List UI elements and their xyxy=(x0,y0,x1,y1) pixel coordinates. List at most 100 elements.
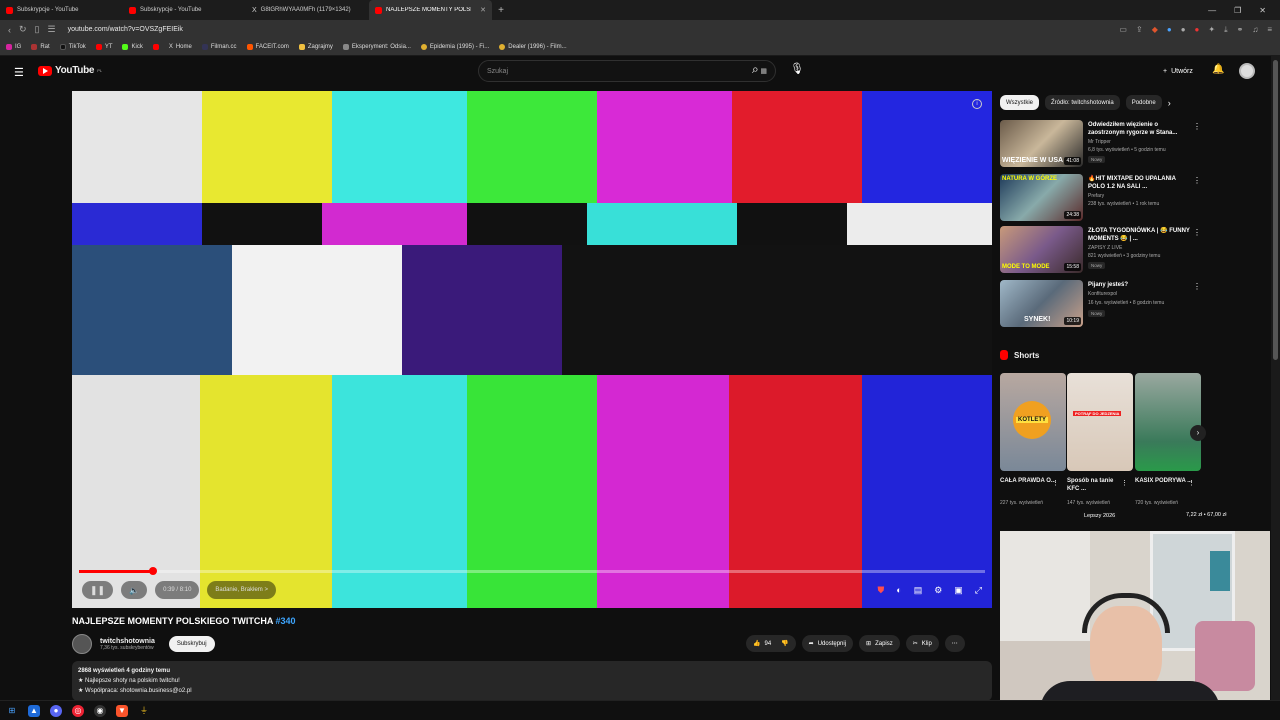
more-options-icon[interactable]: ⋮ xyxy=(1052,479,1059,487)
pinned-app-icon[interactable]: ▲ xyxy=(28,704,40,717)
video-player[interactable]: i ❚❚ 🔈 0:39 / 8:10 Badanie, Brakłem > ⛊ … xyxy=(72,91,992,608)
short-thumbnail[interactable]: KOTLETY xyxy=(1000,373,1066,471)
description-box[interactable]: 2868 wyświetleń 4 godziny temu ★ Najleps… xyxy=(72,661,992,701)
bookmark-item[interactable]: Zagrajmy xyxy=(298,44,333,50)
short-thumbnail[interactable] xyxy=(1135,373,1201,471)
dislike-icon[interactable]: 👎 xyxy=(781,640,788,647)
bookmark-item[interactable]: FACEIT.com xyxy=(246,44,289,50)
close-tab-icon[interactable]: ✕ xyxy=(480,6,486,14)
bookmark-item[interactable]: Kick xyxy=(122,44,143,50)
shield-icon[interactable]: ⛊ xyxy=(877,585,884,596)
extension-icon[interactable]: ● xyxy=(1181,25,1186,35)
create-button[interactable]: + Utwórz xyxy=(1155,61,1201,81)
menu-icon[interactable]: ≡ xyxy=(1267,25,1272,35)
volume-icon[interactable]: 🔈 xyxy=(121,581,148,599)
search-input[interactable]: Szukaj ▦ xyxy=(478,60,776,82)
more-actions-button[interactable]: ⋯ xyxy=(944,635,965,652)
more-options-icon[interactable]: ⋮ xyxy=(1188,479,1195,487)
shorts-next-icon[interactable]: › xyxy=(1190,425,1206,441)
share-button[interactable]: ➦ Udostępnij xyxy=(801,635,854,652)
more-options-icon[interactable]: ⋮ xyxy=(1193,122,1201,131)
screen-icon[interactable]: ▭ xyxy=(1119,25,1127,35)
list-item[interactable]: WIĘZIENIE W USA 41:08 Odwiedziłem więzie… xyxy=(1000,120,1201,168)
close-window-icon[interactable]: ✕ xyxy=(1259,6,1266,15)
clip-button[interactable]: ✂ Klip xyxy=(905,635,939,652)
video-thumbnail[interactable]: NATURA W GÓRZE 24:38 xyxy=(1000,174,1083,221)
save-button[interactable]: ⊞ Zapisz xyxy=(859,635,900,652)
youtube-logo[interactable]: YouTube PL xyxy=(38,65,102,76)
video-thumbnail[interactable]: WIĘZIENIE W USA 41:08 xyxy=(1000,120,1083,167)
chip-similar[interactable]: Podobne xyxy=(1125,95,1162,110)
scrollbar-thumb[interactable] xyxy=(1273,60,1278,360)
windows-start-icon[interactable]: ⊞ xyxy=(6,705,18,717)
chevron-right-icon[interactable]: › xyxy=(1168,98,1171,108)
bookmark-item[interactable]: Rat xyxy=(31,44,50,50)
bookmark-item[interactable]: TikTok xyxy=(59,44,86,50)
chip-source[interactable]: Źródło: twitchshotownia xyxy=(1045,95,1120,110)
video-thumbnail[interactable]: MODE TO MODE 15:58 xyxy=(1000,226,1083,273)
more-options-icon[interactable]: ⋮ xyxy=(1193,282,1201,291)
microphone-icon[interactable]: 🎙 xyxy=(790,62,804,75)
extension-icon[interactable]: ● xyxy=(1167,25,1172,35)
browser-tab[interactable]: Subskrypcje - YouTube xyxy=(123,0,246,20)
page-scrollbar[interactable] xyxy=(1271,56,1280,700)
bookmark-item[interactable]: Filman.cc xyxy=(201,44,237,50)
list-item[interactable]: SYNEK! 10:19 Pijany jesteś? Konfiturexpo… xyxy=(1000,280,1201,328)
bookmark-item[interactable]: X Home xyxy=(169,44,192,50)
bookmark-item[interactable] xyxy=(152,44,159,50)
url-field[interactable]: youtube.com/watch?v=OVSZgFEIEik xyxy=(68,26,183,33)
extension-icon[interactable]: ● xyxy=(1195,25,1200,35)
brave-icon[interactable]: ▼ xyxy=(116,704,128,717)
bell-icon[interactable]: 🔔 xyxy=(1212,64,1224,75)
chip-all[interactable]: Wszystkie xyxy=(1000,95,1039,110)
bookmark-item[interactable]: Epidemia (1995) - Fi... xyxy=(420,44,489,50)
search-icon[interactable]: ⌕ xyxy=(752,62,759,77)
list-item[interactable]: MODE TO MODE 15:58 ZŁOTA TYGODNIÓWKA | 😂… xyxy=(1000,226,1201,274)
more-options-icon[interactable]: ⋮ xyxy=(1193,176,1201,185)
bookmark-icon[interactable]: ▯ xyxy=(35,24,40,35)
chapter-button[interactable]: Badanie, Brakłem > xyxy=(207,581,276,599)
more-options-icon[interactable]: ⋮ xyxy=(1193,228,1201,237)
discord-icon[interactable]: ● xyxy=(50,704,62,717)
subscribe-button[interactable]: Subskrybuj xyxy=(168,636,215,652)
site-info-icon[interactable]: ☰ xyxy=(48,24,56,35)
more-options-icon[interactable]: ⋮ xyxy=(1121,479,1128,487)
miniplayer-icon[interactable]: ▣ xyxy=(954,585,963,596)
browser-tab[interactable]: X G8tGRhWYAA0MFh (1179×1342) xyxy=(246,0,369,20)
list-item[interactable]: NATURA W GÓRZE 24:38 🔥HIT MIXTAPE DO UPA… xyxy=(1000,174,1201,222)
progress-bar[interactable] xyxy=(79,567,985,575)
hamburger-menu-icon[interactable]: ☰ xyxy=(14,66,24,79)
back-icon[interactable]: ‹ xyxy=(8,25,11,35)
pause-button[interactable]: ❚❚ xyxy=(82,581,114,599)
browser-tab[interactable]: Subskrypcje - YouTube xyxy=(0,0,123,20)
channel-avatar[interactable] xyxy=(72,634,92,654)
minimize-icon[interactable]: — xyxy=(1208,6,1216,15)
browser-tab-active[interactable]: NAJLEPSZE MOMENTY POLSKIEGO TWITCHA ✕ xyxy=(369,0,492,20)
bookmark-item[interactable]: Eksperyment: Odsia... xyxy=(342,44,411,50)
new-tab-button[interactable]: + xyxy=(492,5,510,16)
short-thumbnail[interactable]: POTRĄF DO JEDZENIA xyxy=(1067,373,1133,471)
progress-handle[interactable] xyxy=(149,567,157,575)
video-hashtag[interactable]: #340 xyxy=(276,616,296,626)
download-icon[interactable]: ⤓ xyxy=(1224,25,1228,35)
video-thumbnail[interactable]: SYNEK! 10:19 xyxy=(1000,280,1083,327)
reload-icon[interactable]: ↻ xyxy=(19,24,27,35)
info-icon[interactable]: i xyxy=(972,99,982,109)
link-icon[interactable]: ⚭ xyxy=(1237,25,1244,35)
playlist-icon[interactable]: ♫ xyxy=(1252,25,1258,35)
shield-icon[interactable]: ◆ xyxy=(1152,25,1158,35)
like-button[interactable]: 👍 94 👎 xyxy=(746,635,796,652)
fullscreen-icon[interactable]: ⤢ xyxy=(975,585,982,596)
keyboard-icon[interactable]: ▦ xyxy=(760,67,767,75)
avatar[interactable] xyxy=(1239,63,1255,79)
app-icon[interactable]: ⏚ xyxy=(138,705,150,717)
bookmark-item[interactable]: Dealer (1996) - Film... xyxy=(499,44,567,50)
bookmark-item[interactable]: YT xyxy=(95,44,112,50)
subtitles-icon[interactable]: ▤ xyxy=(914,585,923,596)
autoplay-toggle[interactable]: ◐ xyxy=(896,585,901,595)
maximize-icon[interactable]: ❐ xyxy=(1234,6,1241,15)
channel-name[interactable]: twitchshotownia xyxy=(100,638,155,645)
chrome-icon[interactable]: ◎ xyxy=(72,704,84,717)
puzzle-icon[interactable]: ✦ xyxy=(1208,25,1215,35)
obs-icon[interactable]: ◉ xyxy=(94,704,106,717)
